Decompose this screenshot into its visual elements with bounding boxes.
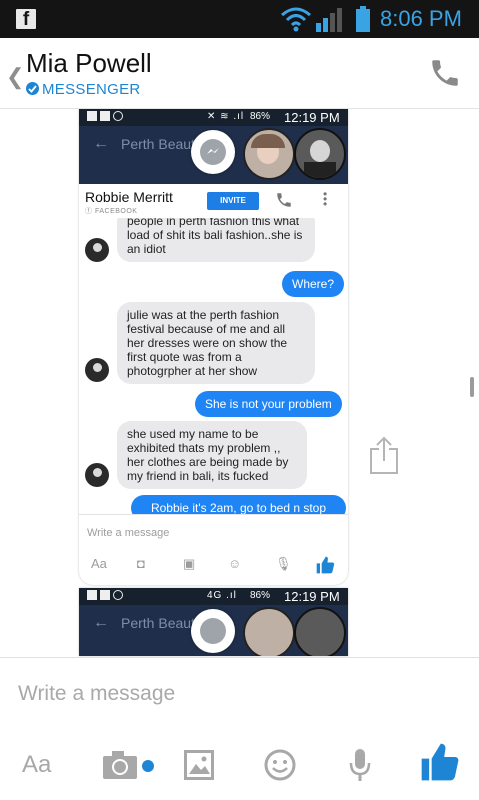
embedded-time-2: 12:19 PM bbox=[284, 589, 340, 604]
messenger-bubble-icon bbox=[191, 130, 235, 174]
embedded-camera-icon: ◘ bbox=[137, 556, 145, 571]
embedded-mic-icon: 🎙︎ bbox=[275, 556, 292, 571]
embedded-avatar-woman-2 bbox=[243, 607, 295, 656]
status-bar: f 8:06 PM bbox=[0, 0, 479, 38]
message-bubble-sent: Where? bbox=[282, 271, 345, 297]
message-bubble-received: people in perth fashion this what load o… bbox=[117, 218, 315, 262]
conversation-header: ❮ Mia Powell MESSENGER bbox=[0, 38, 479, 109]
emoji-icon[interactable] bbox=[264, 749, 296, 781]
embedded-notification-icons bbox=[87, 111, 123, 121]
embedded-back-arrow-icon: ← bbox=[93, 135, 109, 152]
embedded-image-icon: ▣ bbox=[183, 556, 196, 571]
shared-screenshot-image[interactable]: ✕ ≋ .ıl 86% 12:19 PM ← Perth Beaut Robbi… bbox=[79, 109, 348, 585]
embedded-notification-icons-2 bbox=[87, 590, 123, 600]
message-area[interactable]: ✕ ≋ .ıl 86% 12:19 PM ← Perth Beaut Robbi… bbox=[0, 109, 479, 657]
facebook-notification-icon: f bbox=[16, 9, 36, 30]
embedded-avatar-woman bbox=[243, 128, 295, 180]
text-format-button[interactable]: Aa bbox=[22, 751, 51, 779]
messenger-check-icon bbox=[26, 82, 39, 95]
message-input[interactable]: Write a message bbox=[18, 682, 175, 706]
embedded-title-2: Perth Beaut bbox=[121, 615, 195, 631]
embedded-thread: people in perth fashion this what load o… bbox=[79, 218, 348, 514]
embedded-battery: 86% bbox=[250, 111, 271, 122]
embedded-emoji-icon: ☺ bbox=[228, 556, 242, 571]
embedded-battery-2: 86% bbox=[250, 590, 271, 601]
messenger-bubble-icon-2 bbox=[191, 609, 235, 653]
embedded-status-bar-2: 4G .ıl 86% 12:19 PM bbox=[79, 588, 348, 605]
embedded-title: Perth Beaut bbox=[121, 136, 195, 152]
card-phone-icon bbox=[277, 193, 291, 207]
embedded-top-bar-2: ← Perth Beaut bbox=[79, 605, 348, 656]
share-icon[interactable] bbox=[367, 435, 401, 475]
sender-avatar bbox=[85, 238, 109, 262]
embedded-signal-icon-2: 4G .ıl bbox=[207, 590, 237, 601]
camera-icon[interactable] bbox=[102, 750, 138, 780]
message-bubble-received: she used my name to be exhibited thats m… bbox=[117, 421, 307, 489]
embedded-signal-icon: ✕ ≋ .ıl bbox=[207, 111, 245, 122]
status-time: 8:06 PM bbox=[380, 6, 462, 31]
embedded-avatar-man bbox=[294, 128, 346, 180]
sender-avatar bbox=[85, 358, 109, 382]
contact-card: Robbie Merritt ⓕ FACEBOOK INVITE • • • bbox=[79, 184, 348, 219]
message-bubble-received: julie was at the perth fashion festival … bbox=[117, 302, 315, 384]
sender-avatar bbox=[85, 463, 109, 487]
scrollbar-thumb[interactable] bbox=[470, 377, 474, 397]
invite-button: INVITE bbox=[207, 192, 259, 210]
card-contact-name: Robbie Merritt bbox=[85, 189, 173, 205]
microphone-icon[interactable] bbox=[348, 748, 372, 782]
message-bubble-sent: Robbie it's 2am, go to bed n stop bbox=[131, 495, 346, 514]
card-source: ⓕ FACEBOOK bbox=[85, 208, 138, 215]
embedded-input-placeholder: Write a message bbox=[87, 527, 170, 539]
image-icon[interactable] bbox=[184, 750, 214, 780]
embedded-like-icon bbox=[316, 556, 335, 574]
embedded-time: 12:19 PM bbox=[284, 110, 340, 125]
contact-name[interactable]: Mia Powell bbox=[26, 48, 152, 79]
signal-icon bbox=[316, 8, 342, 32]
compose-area: Write a message Aa bbox=[0, 657, 479, 800]
embedded-top-bar: ← Perth Beaut bbox=[79, 126, 348, 184]
embedded-avatar-man-2 bbox=[294, 607, 346, 656]
embedded-status-bar: ✕ ≋ .ıl 86% 12:19 PM bbox=[79, 109, 348, 126]
camera-active-dot bbox=[142, 760, 154, 772]
more-options-icon: • • • bbox=[323, 187, 328, 211]
like-thumbs-up-icon[interactable] bbox=[420, 742, 460, 782]
embedded-toolbar: Aa ◘ ▣ ☺ 🎙︎ bbox=[79, 550, 348, 584]
embedded-aa-icon: Aa bbox=[91, 556, 107, 571]
messenger-subtitle: MESSENGER bbox=[26, 81, 141, 98]
message-bubble-sent: She is not your problem bbox=[195, 391, 342, 417]
embedded-back-arrow-icon-2: ← bbox=[93, 614, 109, 631]
wifi-icon bbox=[281, 7, 311, 32]
phone-icon[interactable] bbox=[428, 56, 462, 90]
back-chevron-icon[interactable]: ❮ bbox=[6, 64, 24, 90]
shared-screenshot-image-2[interactable]: 4G .ıl 86% 12:19 PM ← Perth Beaut bbox=[79, 588, 348, 656]
embedded-input: Write a message bbox=[79, 514, 348, 551]
messenger-label: MESSENGER bbox=[42, 81, 141, 98]
battery-icon bbox=[356, 6, 370, 32]
